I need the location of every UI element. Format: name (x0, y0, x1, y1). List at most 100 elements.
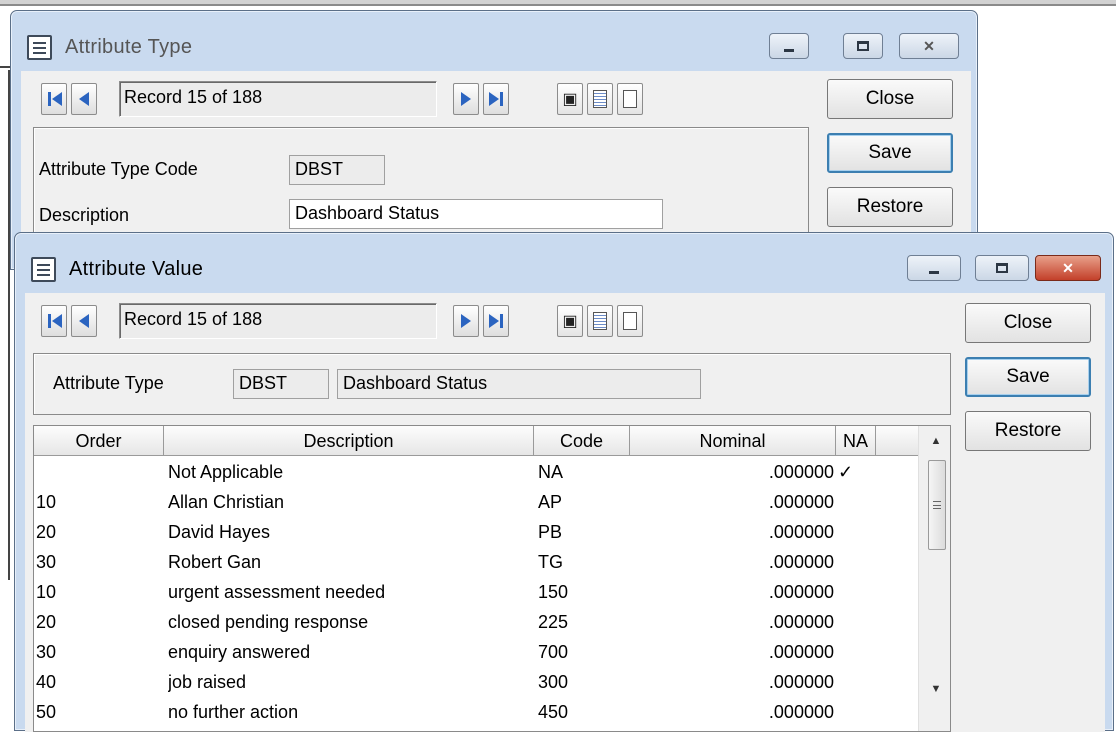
order-cell: 10 (36, 492, 57, 512)
maximize-icon (857, 41, 869, 51)
column-header-description[interactable]: Description (164, 426, 534, 456)
background-window-edge (0, 0, 1116, 6)
nominal-cell: .000000 (768, 552, 834, 572)
scroll-thumb[interactable] (928, 460, 946, 550)
code-cell: AP (538, 492, 563, 512)
window-menu-icon[interactable] (31, 257, 56, 282)
maximize-button[interactable] (975, 255, 1029, 281)
close-window-button[interactable]: ✕ (899, 33, 959, 59)
nominal-cell: .000000 (768, 492, 834, 512)
list-view-button[interactable] (587, 305, 613, 337)
column-header-code[interactable]: Code (534, 426, 630, 456)
description-cell: job raised (168, 672, 247, 692)
table-row[interactable]: 40 job raised 300 .000000 (34, 668, 918, 698)
new-record-button[interactable] (617, 305, 643, 337)
scroll-up-icon[interactable]: ▲ (919, 426, 950, 456)
first-record-button[interactable] (41, 83, 67, 115)
list-view-icon (593, 90, 607, 108)
new-record-icon (623, 90, 637, 108)
grid-header: Order Description Code Nominal NA (34, 426, 918, 456)
description-cell: urgent assessment needed (168, 582, 386, 602)
description-field[interactable]: Dashboard Status (289, 199, 663, 229)
description-cell: closed pending response (168, 612, 369, 632)
close-icon: ✕ (1062, 259, 1074, 276)
attribute-type-description-field[interactable]: Dashboard Status (337, 369, 701, 399)
nominal-cell: .000000 (768, 642, 834, 662)
table-row[interactable]: 30 enquiry answered 700 .000000 (34, 638, 918, 668)
last-record-icon (488, 92, 504, 106)
minimize-icon (784, 48, 794, 52)
na-checkmark: ✓ (838, 462, 854, 482)
order-cell: 20 (36, 612, 57, 632)
title-bar[interactable]: Attribute Type ✕ (11, 11, 977, 71)
column-header-nominal[interactable]: Nominal (630, 426, 836, 456)
background-window-border (0, 70, 10, 580)
save-button[interactable]: Save (827, 133, 953, 173)
list-view-icon (593, 312, 607, 330)
code-cell: 300 (538, 672, 569, 692)
code-cell: 700 (538, 642, 569, 662)
attribute-value-window: Attribute Value ✕ Record 15 of 188 ▣ Clo… (14, 232, 1114, 732)
next-record-button[interactable] (453, 83, 479, 115)
first-record-icon (47, 92, 62, 106)
maximize-button[interactable] (843, 33, 883, 59)
find-button[interactable]: ▣ (557, 305, 583, 337)
table-row[interactable]: 10 urgent assessment needed 150 .000000 (34, 578, 918, 608)
attribute-type-window: Attribute Type ✕ Record 15 of 188 ▣ Clos… (10, 10, 978, 277)
order-cell: 50 (36, 702, 57, 722)
next-record-button[interactable] (453, 305, 479, 337)
description-cell: enquiry answered (168, 642, 311, 662)
first-record-button[interactable] (41, 305, 67, 337)
find-binoculars-icon: ▣ (562, 91, 578, 108)
table-row[interactable]: 50 no further action 450 .000000 (34, 698, 918, 728)
title-bar[interactable]: Attribute Value ✕ (15, 233, 1113, 293)
previous-record-button[interactable] (71, 305, 97, 337)
attribute-type-code-field[interactable]: DBST (289, 155, 385, 185)
maximize-icon (996, 263, 1008, 273)
find-button[interactable]: ▣ (557, 83, 583, 115)
attribute-type-label: Attribute Type (53, 373, 164, 393)
order-cell: 40 (36, 672, 57, 692)
close-button[interactable]: Close (965, 303, 1091, 343)
nominal-cell: .000000 (768, 522, 834, 542)
attribute-values-grid[interactable]: Order Description Code Nominal NA Not Ap… (33, 425, 951, 732)
list-view-button[interactable] (587, 83, 613, 115)
code-cell: 450 (538, 702, 569, 722)
nominal-cell: .000000 (768, 672, 834, 692)
client-area: Record 15 of 188 ▣ Close Save Restore At… (25, 293, 1105, 732)
scroll-down-icon[interactable]: ▼ (919, 674, 950, 704)
next-record-icon (461, 92, 471, 106)
window-menu-icon[interactable] (27, 35, 52, 60)
table-row[interactable]: 10 Allan Christian AP .000000 (34, 488, 918, 518)
new-record-button[interactable] (617, 83, 643, 115)
save-button[interactable]: Save (965, 357, 1091, 397)
code-cell: TG (538, 552, 563, 572)
nominal-cell: .000000 (768, 462, 834, 482)
window-title: Attribute Type (65, 36, 193, 58)
restore-button[interactable]: Restore (827, 187, 953, 227)
vertical-scrollbar[interactable]: ▲ ▼ (918, 426, 950, 731)
table-row[interactable]: 30 Robert Gan TG .000000 (34, 548, 918, 578)
column-header-order[interactable]: Order (34, 426, 164, 456)
minimize-button[interactable] (769, 33, 809, 59)
attribute-type-code-label: Attribute Type Code (39, 159, 198, 179)
minimize-button[interactable] (907, 255, 961, 281)
previous-record-icon (79, 92, 89, 106)
description-label: Description (39, 205, 130, 225)
nominal-cell: .000000 (768, 582, 834, 602)
close-window-button[interactable]: ✕ (1035, 255, 1101, 281)
column-header-na[interactable]: NA (836, 426, 876, 456)
table-row[interactable]: 20 closed pending response 225 .000000 (34, 608, 918, 638)
previous-record-button[interactable] (71, 83, 97, 115)
restore-button[interactable]: Restore (965, 411, 1091, 451)
last-record-button[interactable] (483, 305, 509, 337)
close-button[interactable]: Close (827, 79, 953, 119)
order-cell: 20 (36, 522, 57, 542)
code-cell: PB (538, 522, 563, 542)
table-row[interactable]: 20 David Hayes PB .000000 (34, 518, 918, 548)
last-record-button[interactable] (483, 83, 509, 115)
attribute-type-code-field[interactable]: DBST (233, 369, 329, 399)
record-position: Record 15 of 188 (119, 303, 437, 339)
nominal-cell: .000000 (768, 612, 834, 632)
table-row[interactable]: Not Applicable NA .000000 ✓ (34, 458, 918, 488)
